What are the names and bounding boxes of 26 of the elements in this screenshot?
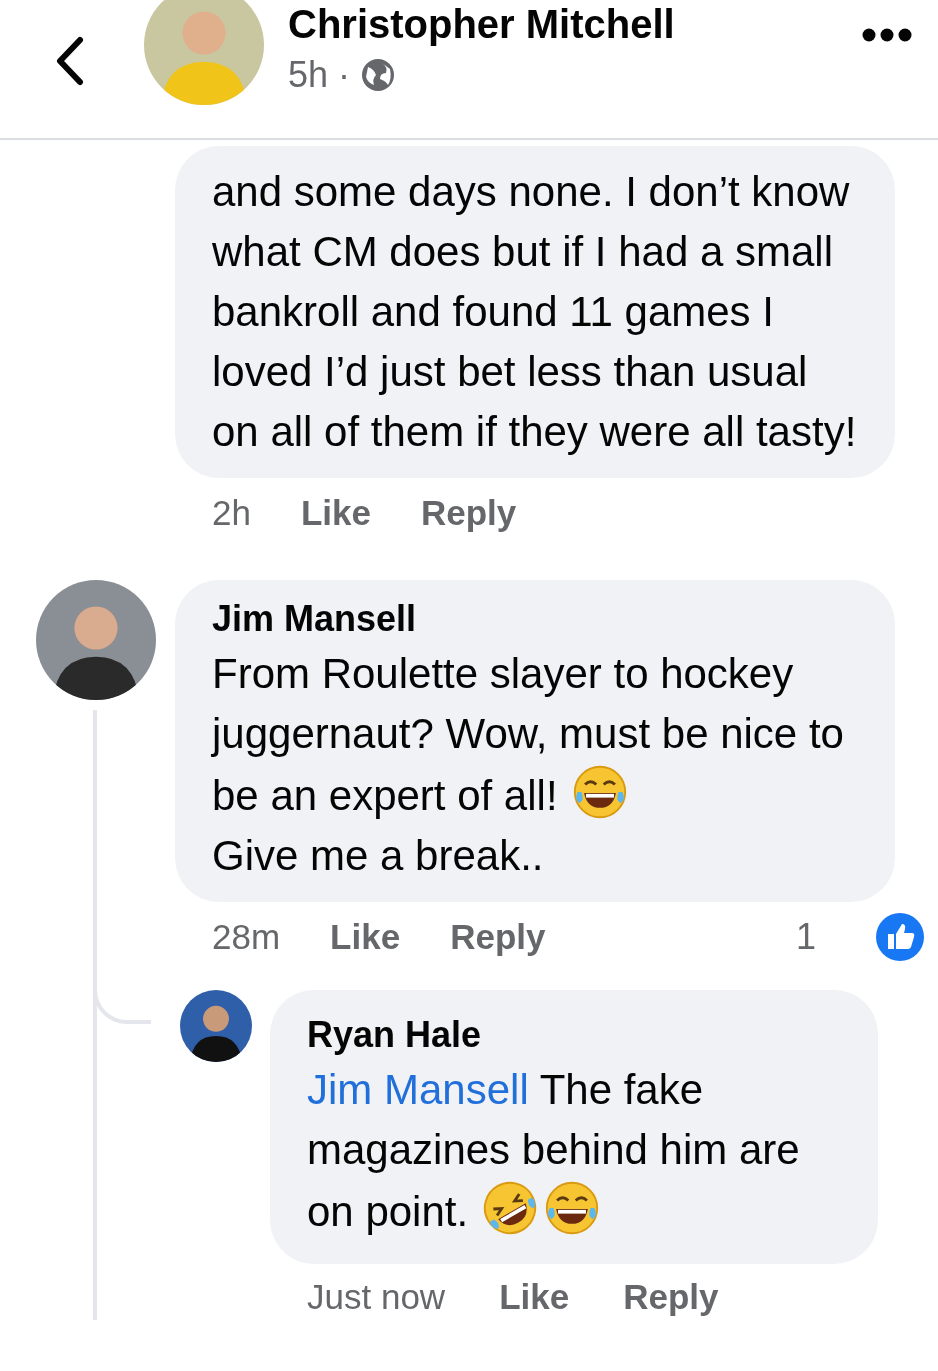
laughing-emoji-icon: [571, 764, 628, 820]
comment-text: From Roulette slayer to hockey juggernaut? Wow, must be nice to be an expert of all!: [212, 649, 845, 822]
reply-link[interactable]: Reply: [421, 493, 517, 533]
comment-time: 28m: [212, 917, 281, 957]
rolling-laughing-emoji-icon: [482, 1180, 539, 1236]
more-icon[interactable]: [862, 26, 912, 44]
reaction-count: 1: [795, 916, 816, 958]
thumbs-up-icon: [876, 913, 924, 961]
like-link[interactable]: Like: [499, 1277, 570, 1317]
comment-text: Give me a break..: [212, 831, 545, 881]
like-link[interactable]: Like: [330, 917, 401, 957]
laughing-emoji-icon: [544, 1180, 601, 1236]
post-time: 5h: [288, 54, 329, 96]
author-name[interactable]: Christopher Mitchell: [288, 2, 675, 46]
globe-icon: [360, 57, 397, 93]
reply-link[interactable]: Reply: [450, 917, 546, 957]
comment-time: Just now: [307, 1277, 446, 1317]
commenter-name[interactable]: Ryan Hale: [307, 1012, 848, 1058]
comment-text: Jim Mansell The fake magazines behind him are on point.: [307, 1065, 801, 1238]
like-link[interactable]: Like: [300, 493, 371, 533]
comment-text: and some days none. I don’t know what CM does but if I had a small bankroll and found 11 games I loved I’d just bet less than usual on all of them if they were all tasty!: [212, 167, 858, 457]
separator: ·: [338, 54, 351, 96]
reply-link[interactable]: Reply: [623, 1277, 719, 1317]
commenter-name[interactable]: Jim Mansell: [212, 596, 865, 642]
mention-link[interactable]: Jim Mansell: [307, 1066, 529, 1113]
comment-time: 2h: [212, 493, 251, 533]
